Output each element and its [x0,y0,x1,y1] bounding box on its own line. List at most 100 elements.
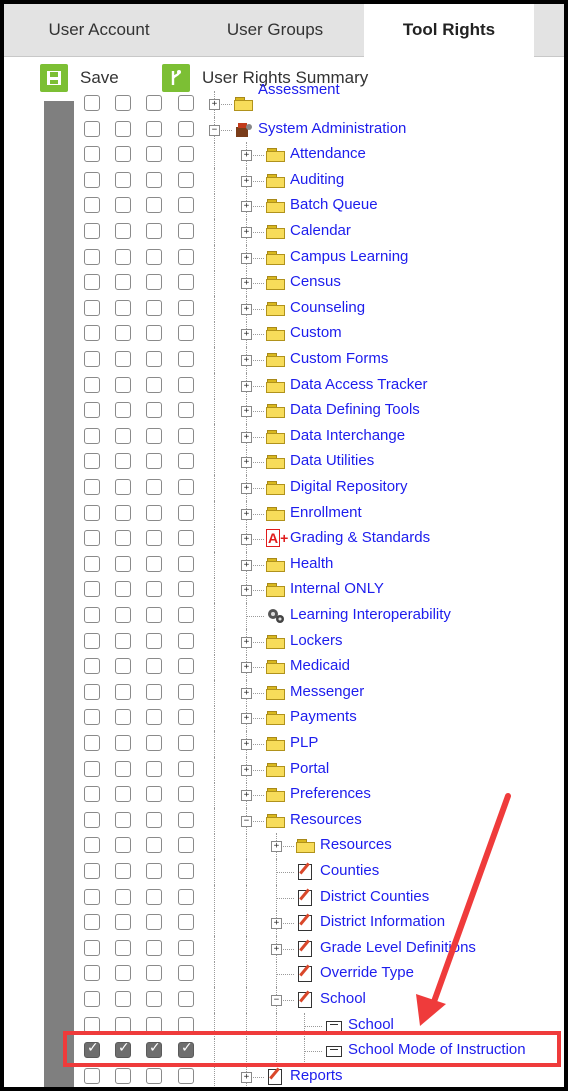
right-checkbox-d[interactable] [178,632,194,649]
expand-icon[interactable]: + [241,227,252,238]
right-checkbox-d[interactable] [178,683,194,700]
tree-item-link[interactable]: Override Type [320,964,414,981]
tree-item-link[interactable]: District Information [320,913,445,930]
expand-icon[interactable]: + [271,841,282,853]
expand-icon[interactable]: + [241,559,252,571]
right-checkbox-r[interactable] [84,632,100,649]
right-checkbox-d[interactable] [178,402,194,419]
right-checkbox-a[interactable] [146,683,162,700]
expand-icon[interactable]: + [241,739,252,750]
right-checkbox-a[interactable] [146,786,162,803]
right-checkbox-w[interactable] [115,555,131,572]
right-checkbox-r[interactable] [84,709,100,726]
right-checkbox-r[interactable] [84,223,100,239]
right-checkbox-r[interactable] [84,965,100,982]
right-checkbox-w[interactable] [115,837,131,854]
tree-item-link[interactable]: Health [290,555,333,572]
right-checkbox-a[interactable] [146,427,162,444]
expand-icon[interactable]: + [241,508,252,520]
right-checkbox-d[interactable] [178,223,194,239]
expand-icon[interactable]: + [241,713,252,725]
right-checkbox-d[interactable] [178,939,194,956]
right-checkbox-r[interactable] [84,530,100,547]
expand-icon[interactable]: + [271,943,282,955]
right-checkbox-w[interactable] [115,632,131,649]
right-checkbox-a[interactable] [146,223,162,239]
expand-icon[interactable]: + [241,175,252,187]
right-checkbox-a[interactable] [146,863,162,879]
tree-item-link[interactable]: Portal [290,760,329,777]
tree-item-link[interactable]: Medicaid [290,657,350,674]
right-checkbox-a[interactable] [146,837,162,854]
tree-item-link[interactable]: School [320,990,366,1007]
right-checkbox-d[interactable] [178,607,194,623]
right-checkbox-a[interactable] [146,325,162,342]
expand-icon[interactable]: + [241,406,252,418]
right-checkbox-d[interactable] [178,1067,194,1084]
right-checkbox-w[interactable] [115,197,131,214]
tree-item-link[interactable]: Grading & Standards [290,529,430,546]
right-checkbox-w[interactable] [115,427,131,444]
right-checkbox-w[interactable] [115,274,131,291]
right-checkbox-r[interactable] [84,171,100,188]
right-checkbox-a[interactable] [146,965,162,982]
tree-item-link[interactable]: Internal ONLY [290,580,384,597]
right-checkbox-w[interactable] [115,223,131,239]
right-checkbox-d[interactable] [178,95,194,111]
tree-item-link[interactable]: Calendar [290,222,351,239]
right-checkbox-r[interactable] [84,888,100,905]
right-checkbox-a[interactable] [146,351,162,367]
tab-user-groups[interactable]: User Groups [186,4,364,56]
right-checkbox-d[interactable] [178,760,194,777]
expand-icon[interactable]: + [241,534,252,546]
right-checkbox-d[interactable] [178,171,194,188]
right-checkbox-w[interactable] [115,939,131,956]
right-checkbox-w[interactable] [115,453,131,470]
right-checkbox-a[interactable] [146,735,162,751]
right-checkbox-r[interactable] [84,607,100,623]
right-checkbox-a[interactable] [146,274,162,291]
tree-item-link[interactable]: Reports [290,1067,343,1084]
right-checkbox-d[interactable] [178,581,194,598]
right-checkbox-d[interactable] [178,530,194,547]
collapse-icon[interactable]: − [271,995,282,1006]
right-checkbox-a[interactable] [146,658,162,675]
expand-icon[interactable]: + [241,790,252,802]
right-checkbox-d[interactable] [178,709,194,726]
right-checkbox-r[interactable] [84,325,100,342]
right-checkbox-a[interactable] [146,504,162,521]
tree-item-link[interactable]: Census [290,273,341,290]
right-checkbox-w[interactable] [115,735,131,751]
right-checkbox-d[interactable] [178,453,194,470]
right-checkbox-w[interactable] [115,299,131,316]
right-checkbox-w[interactable] [115,709,131,726]
right-checkbox-r[interactable] [84,120,100,137]
right-checkbox-r[interactable] [84,197,100,214]
tree-item-link[interactable]: Counseling [290,299,365,316]
right-checkbox-w[interactable] [115,760,131,777]
expand-icon[interactable]: + [241,380,252,392]
tree-item-link[interactable]: Resources [290,811,362,828]
expand-icon[interactable]: + [241,687,252,699]
tree-item-link[interactable]: Digital Repository [290,478,408,495]
right-checkbox-a[interactable] [146,632,162,649]
right-checkbox-d[interactable] [178,427,194,444]
expand-icon[interactable]: + [241,431,252,443]
expand-icon[interactable]: + [241,636,252,648]
right-checkbox-a[interactable] [146,453,162,470]
tree-item-link[interactable]: Batch Queue [290,196,378,213]
tree-item-link[interactable]: Lockers [290,632,343,649]
right-checkbox-r[interactable] [84,504,100,521]
expand-icon[interactable]: + [241,278,252,290]
expand-icon[interactable]: + [241,329,252,341]
tree-item-link[interactable]: Attendance [290,145,366,162]
right-checkbox-r[interactable] [84,427,100,444]
right-checkbox-r[interactable] [84,837,100,854]
right-checkbox-r[interactable] [84,914,100,931]
right-checkbox-a[interactable] [146,530,162,547]
right-checkbox-d[interactable] [178,914,194,931]
right-checkbox-r[interactable] [84,376,100,393]
tree-item-link[interactable]: Custom Forms [290,350,388,367]
right-checkbox-r[interactable] [84,351,100,367]
right-checkbox-a[interactable] [146,811,162,828]
